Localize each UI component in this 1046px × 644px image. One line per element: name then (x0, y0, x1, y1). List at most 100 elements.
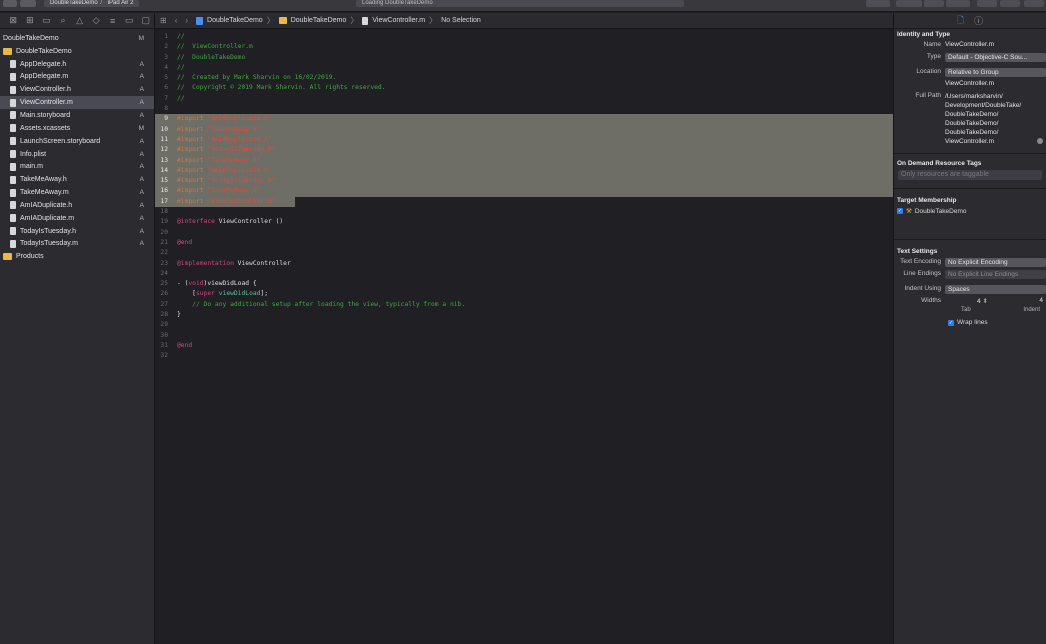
forward-icon[interactable]: › (185, 16, 188, 25)
scheme-selector[interactable]: DoubleTakeDemo 〉 iPad Air 2 (44, 0, 140, 7)
code-line[interactable]: 27 // Do any additional setup after load… (155, 300, 893, 310)
related-items-icon[interactable]: ⊞ (160, 16, 167, 25)
breakpoint-navigator-icon[interactable]: ▭ (121, 14, 138, 28)
code-line[interactable]: 6 // Copyright © 2019 Mark Sharvin. All r… (155, 83, 893, 93)
library-button[interactable] (866, 0, 890, 7)
code-line[interactable]: 26 [super viewDidLoad]; (155, 289, 893, 299)
breadcrumb-file[interactable]: ViewController.m (362, 16, 425, 25)
file-name: TodayIsTuesday.m (20, 240, 78, 248)
file-row[interactable]: AmIADuplicate.m A (0, 212, 154, 225)
code-line[interactable]: 15 #import "TodayIsTuesday.h" (155, 176, 893, 187)
source-control-icon[interactable]: ⊞ (22, 14, 39, 28)
code-line[interactable]: 4 // (155, 63, 893, 73)
code-token: @end (177, 341, 193, 349)
version-editor-button[interactable] (946, 0, 970, 7)
file-row[interactable]: TodayIsTuesday.h A (0, 225, 154, 238)
code-line[interactable]: 29 (155, 320, 893, 330)
code-line[interactable]: 9 #import "AmIADuplicate.h" (155, 114, 893, 125)
code-line[interactable]: 5 // Created by Mark Sharvin on 16/02/201… (155, 73, 893, 83)
file-row[interactable]: Info.plist A (0, 148, 154, 161)
scm-status: A (139, 214, 144, 222)
odr-tags-field[interactable]: Only resources are taggable (898, 170, 1042, 180)
back-icon[interactable]: ‹ (175, 16, 178, 25)
file-row[interactable]: DoubleTakeDemo M (0, 32, 154, 45)
code-line[interactable]: 11 #import "AmIADuplicate.h" (155, 134, 893, 146)
run-button[interactable] (3, 0, 17, 7)
code-line[interactable]: 22 (155, 248, 893, 258)
issue-navigator-icon[interactable]: △ (71, 14, 88, 28)
debug-navigator-icon[interactable]: ≡ (104, 14, 121, 28)
code-token: "AmIADuplicate.h" (207, 115, 272, 123)
indent-using-popup[interactable]: Spaces (945, 285, 1046, 294)
standard-editor-button[interactable] (896, 0, 922, 7)
file-name: AmIADuplicate.m (20, 214, 75, 222)
code-line[interactable]: 28} (155, 310, 893, 320)
code-line[interactable]: 17 #import "ViewController.h" (155, 196, 893, 208)
target-checkbox[interactable]: ✓ (897, 208, 903, 214)
code-line[interactable]: 8 (155, 104, 893, 114)
test-navigator-icon[interactable]: ◇ (88, 14, 105, 28)
code-line[interactable]: 30 (155, 331, 893, 341)
code-line[interactable]: 12 #import "TodayIsTuesday.h" (155, 145, 893, 156)
file-row[interactable]: AppDelegate.h A (0, 58, 154, 71)
toggle-navigator-button[interactable] (977, 0, 997, 7)
reveal-in-finder-icon[interactable] (1037, 138, 1043, 144)
code-area[interactable]: 1 // 2 // ViewController.m 3 // DoubleTakeDem… (155, 29, 893, 362)
file-row[interactable]: AmIADuplicate.h A (0, 199, 154, 212)
toggle-debug-button[interactable] (1000, 0, 1020, 7)
location-popup[interactable]: Relative to Group (945, 68, 1046, 77)
file-inspector-icon[interactable]: 🗋 (957, 13, 964, 29)
symbol-navigator-icon[interactable]: ▭ (38, 14, 55, 28)
breadcrumb-selection[interactable]: No Selection (441, 17, 481, 24)
file-row[interactable]: ViewController.m A (0, 96, 154, 110)
wrap-lines-checkbox[interactable]: ✓ (948, 319, 954, 326)
code-line[interactable]: 19 @interface ViewController () (155, 217, 893, 227)
indent-width-field[interactable]: 4 (1039, 297, 1043, 306)
code-line[interactable]: 31 @end (155, 341, 893, 351)
file-row[interactable]: main.m A (0, 160, 154, 173)
code-line[interactable]: 18 (155, 207, 893, 217)
code-line[interactable]: 13 #import "TakeMeAway.h" (155, 155, 893, 166)
code-line[interactable]: 23 @implementation ViewController (155, 259, 893, 269)
file-row[interactable]: Main.storyboard A (0, 109, 154, 122)
line-endings-popup[interactable]: No Explicit Line Endings (945, 270, 1046, 279)
file-row[interactable]: TodayIsTuesday.m A (0, 238, 154, 251)
assistant-editor-button[interactable] (924, 0, 944, 7)
code-line[interactable]: 20 (155, 228, 893, 238)
encoding-popup[interactable]: No Explicit Encoding (945, 258, 1046, 267)
breadcrumb-project[interactable]: DoubleTakeDemo (196, 16, 263, 25)
code-line[interactable]: 7 // (155, 94, 893, 104)
tab-width-field[interactable]: 4 ⬍ (977, 297, 988, 306)
stepper-icon[interactable]: ⬍ (982, 298, 987, 305)
report-navigator-icon[interactable]: ▢ (138, 14, 155, 28)
code-line[interactable]: 32 (155, 351, 893, 361)
file-row[interactable]: AppDelegate.m A (0, 71, 154, 84)
find-navigator-icon[interactable]: ⌕ (55, 14, 72, 28)
code-line[interactable]: 14 #import "AmIADuplicate.h" (155, 165, 893, 177)
file-name: DoubleTakeDemo (3, 34, 59, 42)
name-field[interactable]: ViewController.m (945, 41, 1046, 50)
file-row[interactable]: ViewController.h A (0, 83, 154, 96)
code-line[interactable]: 2 // ViewController.m (155, 42, 893, 52)
stop-button[interactable] (20, 0, 36, 7)
code-line[interactable]: 1 // (155, 32, 893, 42)
breadcrumb-group[interactable]: DoubleTakeDemo (278, 17, 346, 24)
file-row[interactable]: DoubleTakeDemo (0, 45, 154, 58)
project-navigator-icon[interactable]: ⊠ (5, 14, 22, 28)
code-line[interactable]: 16 #import "TakeMeAway.h" (155, 186, 893, 197)
code-line[interactable]: 10 #import "TakeMeAway.h" (155, 124, 893, 135)
file-row[interactable]: Assets.xcassets M (0, 122, 154, 135)
code-line[interactable]: 25 - (void)viewDidLoad { (155, 279, 893, 289)
file-row[interactable]: TakeMeAway.m A (0, 186, 154, 199)
code-line[interactable]: 24 (155, 269, 893, 279)
file-row[interactable]: TakeMeAway.h A (0, 173, 154, 186)
code-line[interactable]: 3 // DoubleTakeDemo (155, 53, 893, 63)
file-row[interactable]: Products (0, 250, 154, 263)
code-line[interactable]: 21 @end (155, 238, 893, 248)
toggle-inspector-button[interactable] (1024, 0, 1044, 7)
code-token: @interface (177, 218, 219, 226)
type-popup[interactable]: Default - Objective-C Sou... (945, 53, 1046, 62)
quick-help-icon[interactable]: ⓘ (974, 14, 983, 27)
file-row[interactable]: LaunchScreen.storyboard A (0, 135, 154, 148)
file-icon (10, 227, 16, 236)
